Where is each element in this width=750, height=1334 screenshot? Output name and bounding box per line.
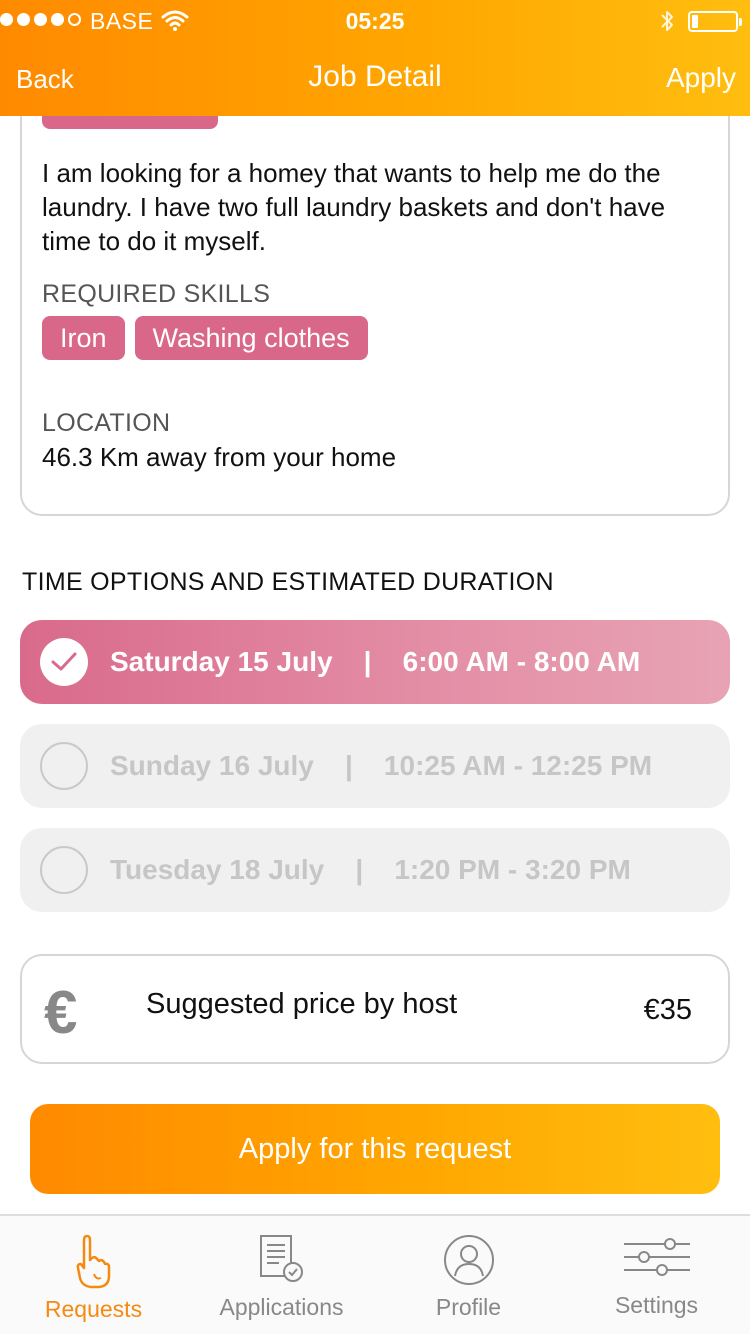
time-option[interactable]: Saturday 15 July | 6:00 AM - 8:00 AM: [20, 620, 730, 704]
tab-profile[interactable]: Profile: [375, 1216, 562, 1334]
apply-nav-button[interactable]: Apply: [666, 62, 736, 94]
suggested-price-box: € Suggested price by host €35: [20, 954, 730, 1064]
status-time: 05:25: [345, 8, 405, 34]
tab-label: Profile: [435, 1294, 502, 1320]
skills-list: Iron Washing clothes: [42, 316, 368, 360]
tab-requests[interactable]: Requests: [0, 1216, 187, 1334]
time-options-heading: TIME OPTIONS AND ESTIMATED DURATION: [22, 568, 554, 596]
required-skills-label: REQUIRED SKILLS: [42, 280, 271, 308]
time-option[interactable]: Sunday 16 July | 10:25 AM - 12:25 PM: [20, 724, 730, 808]
location-value: 46.3 Km away from your home: [42, 442, 397, 472]
time-option[interactable]: Tuesday 18 July | 1:20 PM - 3:20 PM: [20, 828, 730, 912]
document-check-icon: [257, 1234, 307, 1291]
sliders-icon: [623, 1234, 690, 1285]
radio-unchecked-icon: [40, 742, 88, 790]
job-description: I am looking for a homey that wants to h…: [42, 158, 666, 256]
skill-tag: Iron: [42, 316, 125, 360]
skill-tag: Washing clothes: [134, 316, 368, 360]
time-option-label: Tuesday 18 July | 1:20 PM - 3:20 PM: [110, 854, 631, 885]
nav-bar: Back Job Detail Apply: [0, 40, 750, 116]
tab-applications[interactable]: Applications: [188, 1216, 375, 1334]
radio-unchecked-icon: [40, 846, 88, 894]
apply-for-request-button[interactable]: Apply for this request: [30, 1104, 720, 1194]
battery-icon: [688, 11, 742, 32]
page-title: Job Detail: [308, 60, 442, 93]
tab-label: Applications: [219, 1294, 344, 1320]
time-option-label: Sunday 16 July | 10:25 AM - 12:25 PM: [110, 750, 653, 781]
location-label: LOCATION: [42, 409, 171, 437]
user-icon: [443, 1234, 495, 1291]
price-value: €35: [643, 994, 692, 1026]
tab-settings[interactable]: Settings: [563, 1216, 750, 1334]
tab-bar: Requests Applications Profile Settings: [0, 1214, 750, 1334]
bluetooth-icon: [659, 8, 675, 39]
price-label: Suggested price by host: [146, 988, 458, 1020]
tab-label: Settings: [614, 1292, 699, 1318]
status-bar: BASE 05:25: [0, 0, 750, 40]
hand-pointer-icon: [74, 1234, 114, 1295]
header: BASE 05:25 Back Job Detail Apply: [0, 0, 750, 116]
euro-icon: €: [44, 979, 78, 1046]
tab-label: Requests: [44, 1296, 143, 1322]
time-option-label: Saturday 15 July | 6:00 AM - 8:00 AM: [110, 646, 641, 677]
radio-checked-icon: [40, 638, 88, 686]
